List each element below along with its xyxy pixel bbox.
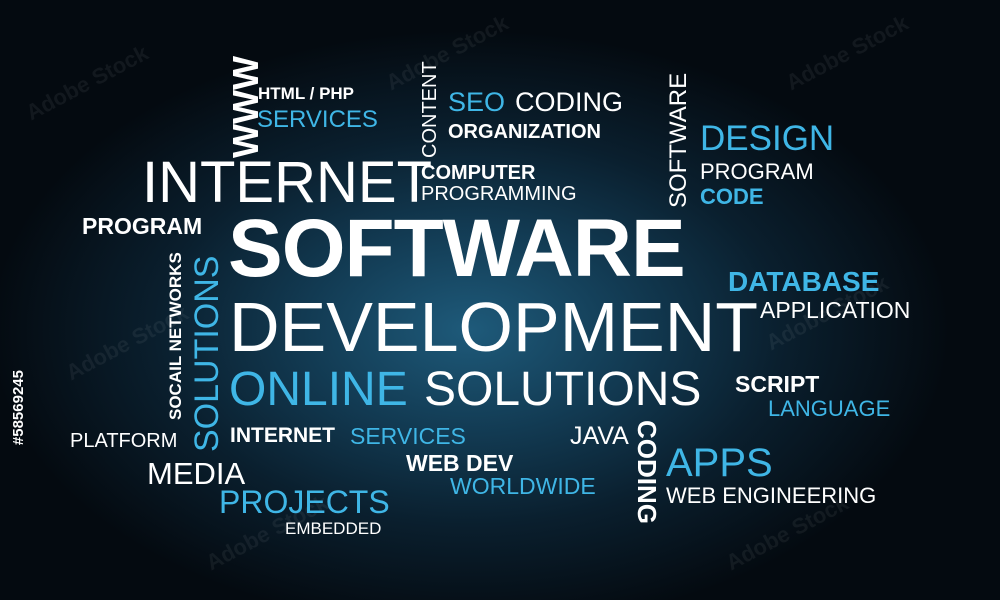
word-seo: SEO: [448, 87, 506, 117]
watermark: Adobe Stock: [781, 9, 913, 96]
word-computer: COMPUTER: [421, 162, 536, 184]
word-social-networks: SOCAIL NETWORKS: [166, 252, 185, 420]
word-internet-small: INTERNET: [230, 424, 335, 447]
word-cloud: Adobe Stock Adobe Stock Adobe Stock Adob…: [0, 0, 1000, 600]
word-services-top: SERVICES: [257, 106, 378, 133]
word-application: APPLICATION: [760, 297, 911, 323]
watermark: Adobe Stock: [21, 39, 153, 126]
word-script: SCRIPT: [735, 371, 820, 397]
word-program-left: PROGRAM: [82, 213, 203, 239]
stock-id-label: #58569245: [10, 370, 27, 446]
watermark: Adobe Stock: [381, 9, 513, 96]
word-java: JAVA: [570, 422, 629, 450]
word-code: CODE: [700, 184, 764, 209]
word-projects: PROJECTS: [219, 484, 390, 520]
word-language: LANGUAGE: [768, 396, 891, 421]
word-worldwide: WORLDWIDE: [450, 473, 596, 499]
word-web-dev: WEB DEV: [406, 450, 514, 476]
word-content: CONTENT: [419, 61, 441, 158]
word-apps: APPS: [666, 441, 773, 485]
word-software-main: SOFTWARE: [228, 203, 686, 294]
word-web-engineering: WEB ENGINEERING: [666, 483, 877, 508]
word-software-vertical: SOFTWARE: [665, 72, 692, 208]
word-platform: PLATFORM: [70, 430, 178, 452]
word-services-mid: SERVICES: [350, 423, 466, 449]
word-solutions: SOLUTIONS: [424, 363, 702, 416]
word-organization: ORGANIZATION: [448, 121, 601, 143]
word-program-right: PROGRAM: [700, 159, 814, 184]
word-online: ONLINE: [229, 363, 408, 416]
word-programming: PROGRAMMING: [421, 183, 577, 205]
word-coding: CODING: [515, 87, 623, 117]
word-development: DEVELOPMENT: [229, 288, 758, 366]
word-embedded: EMBEDDED: [285, 519, 382, 538]
word-solutions-vertical: SOLUTIONS: [188, 255, 226, 452]
word-design: DESIGN: [700, 119, 835, 158]
word-coding-vertical: CODING: [632, 420, 662, 524]
word-html-php: HTML / PHP: [258, 84, 355, 103]
